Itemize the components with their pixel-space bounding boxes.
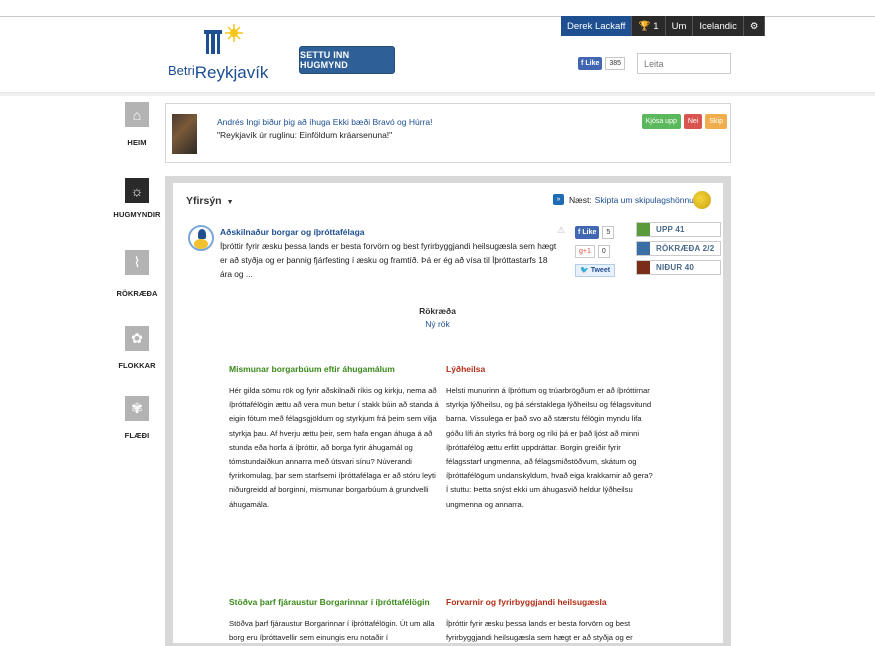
nav-item-discussion[interactable]: ⌇ RÖKRÆÐA [113, 250, 161, 298]
header-divider [0, 92, 875, 96]
facebook-like-count: 385 [605, 56, 626, 70]
idea-facebook-like-label: Like [582, 228, 597, 236]
lightbulb-icon: ☼ [125, 178, 149, 203]
idea-stats: UPP 41 RÖKRÆÐA 2/2 NIÐUR 40 [636, 222, 721, 279]
discussion-icon: ⌇ [125, 250, 149, 275]
idea-description: Íþróttir fyrir æsku þessa lands er besta… [220, 241, 557, 279]
user-topbar: Derek Lackaff 🏆 1 Um Icelandic ⚙ [561, 16, 766, 36]
facebook-like-button[interactable]: f Like [578, 56, 603, 70]
discussion-heading: Rökræða [419, 306, 456, 316]
google-plus-count: 0 [597, 244, 610, 258]
argument-con-2: Forvarnir og fyrirbyggjandi heilsugæsla … [446, 597, 656, 645]
next-label: Næst: [569, 194, 592, 205]
next-idea-link[interactable]: » Næst: Skipta um skipulagshönnuði [553, 194, 701, 205]
user-name-link[interactable]: Derek Lackaff [561, 16, 633, 36]
vote-skip-button[interactable]: Skip [705, 114, 727, 129]
caret-down-icon: ▼ [226, 199, 234, 206]
trophy-icon: 🏆 [638, 20, 651, 32]
betri-reykjavik-logo[interactable]: BetriReykjavík [168, 22, 278, 84]
logo-word-reykjavik: Reykjavík [194, 63, 269, 82]
vote-prompt-panel: Andrés Ingi biður þig að íhuga Ekki bæði… [165, 103, 731, 163]
wrench-icon: ⚙ [749, 20, 759, 32]
argument-con-1-text: Helsti munurinn á íþróttum og trúarbrögð… [446, 386, 653, 509]
language-selector[interactable]: Icelandic [693, 16, 744, 36]
google-plus-label: +1 [582, 247, 591, 255]
nav-label-categories: FLOKKAR [118, 361, 156, 370]
argument-con-2-text: Íþróttir fyrir æsku þessa lands er besta… [446, 619, 633, 643]
flag-warning-icon[interactable]: ⚠ [557, 225, 565, 236]
nav-label-home: HEIM [127, 138, 147, 147]
share-buttons: f Like 5 g +1 0 🐦 Tweet [575, 225, 616, 282]
vote-buttons: Kjósa upp Nei Skip [641, 114, 727, 129]
discussion-label: RÖKRÆÐA 2/2 [656, 244, 715, 253]
notifications-badge[interactable]: 🏆 1 [632, 16, 666, 36]
nav-item-ideas[interactable]: ☼ HUGMYNDIR [113, 178, 161, 219]
vote-prompt-text: Andrés Ingi biður þig að íhuga Ekki bæði… [217, 117, 432, 127]
overview-label: Yfirsýn [186, 195, 222, 207]
idea-facebook-count: 5 [602, 225, 615, 239]
votes-down-swatch [637, 261, 650, 274]
discussion-swatch [637, 242, 650, 255]
next-arrow-icon: » [553, 194, 564, 205]
badge-count: 1 [653, 20, 659, 32]
facebook-icon: f [578, 228, 581, 236]
submit-idea-button[interactable]: SETTU INN HUGMYND [299, 46, 395, 74]
nav-label-ideas: HUGMYNDIR [113, 210, 161, 219]
nav-label-flow: FLÆÐI [124, 431, 150, 440]
google-plus-button[interactable]: g +1 [575, 244, 595, 258]
votes-up-stat[interactable]: UPP 41 [636, 222, 721, 237]
argument-pro-2: Stöðva þarf fjáraustur Borgarinnar í íþr… [229, 597, 439, 645]
overview-dropdown[interactable]: Yfirsýn ▼ [186, 195, 234, 207]
vote-up-button[interactable]: Kjósa upp [641, 114, 681, 129]
nav-label-discussion: RÖKRÆÐA [116, 289, 158, 298]
tweet-label: Tweet [590, 266, 611, 274]
argument-con-1: Lýðheilsa Helsti munurinn á íþróttum og … [446, 364, 656, 512]
argument-pro-2-title[interactable]: Stöðva þarf fjáraustur Borgarinnar í íþr… [229, 597, 439, 607]
argument-pro-1-title[interactable]: Mismunar borgarbúum eftir áhugamálum [229, 364, 439, 374]
category-badge-icon [693, 191, 711, 209]
flower-icon: ✿ [125, 326, 149, 351]
votes-down-stat[interactable]: NIÐUR 40 [636, 260, 721, 275]
facebook-like-widget: f Like 385 [578, 56, 626, 70]
logo-word-betri: Betri [168, 63, 195, 78]
search-input[interactable] [637, 53, 731, 74]
vote-prompt-options-link[interactable]: Ekki bæði Bravó og Húrra! [333, 117, 433, 127]
flow-icon: ✾ [125, 396, 149, 421]
argument-pro-1: Mismunar borgarbúum eftir áhugamálum Hér… [229, 364, 439, 512]
idea-title[interactable]: Aðskilnaður borgar og íþróttafélaga [220, 227, 365, 237]
tweet-button[interactable]: 🐦 Tweet [575, 263, 616, 277]
home-icon: ⌂ [125, 102, 149, 127]
user-avatar [172, 114, 197, 154]
facebook-icon: f [581, 59, 584, 67]
vote-prompt-prefix: Andrés Ingi biður þig að íhuga [217, 117, 333, 127]
argument-pro-1-text: Hér gilda sömu rök og fyrir aðskilnaði r… [229, 386, 439, 509]
idea-facebook-like-button[interactable]: f Like [575, 225, 600, 239]
twitter-icon: 🐦 [580, 267, 589, 274]
logo-text: BetriReykjavík [168, 60, 269, 82]
nav-item-home[interactable]: ⌂ HEIM [113, 102, 161, 147]
discussion-stat[interactable]: RÖKRÆÐA 2/2 [636, 241, 721, 256]
new-argument-link[interactable]: Ný rök [0, 319, 875, 329]
argument-con-2-title[interactable]: Forvarnir og fyrirbyggjandi heilsugæsla [446, 597, 656, 607]
nav-item-categories[interactable]: ✿ FLOKKAR [113, 326, 161, 370]
about-link[interactable]: Um [666, 16, 694, 36]
site-header [0, 0, 875, 95]
nav-item-flow[interactable]: ✾ FLÆÐI [113, 396, 161, 440]
logo-emblem-icon [204, 24, 243, 54]
sports-category-icon [188, 225, 214, 251]
votes-up-swatch [637, 223, 650, 236]
votes-down-label: NIÐUR 40 [656, 263, 695, 272]
vote-no-button[interactable]: Nei [683, 114, 703, 129]
settings-toggle[interactable]: ⚙ [744, 16, 766, 36]
argument-pro-2-text: Stöðva þarf fjáraustur Borgarinnar í íþr… [229, 619, 435, 643]
next-idea-title: Skipta um skipulagshönnuði [594, 194, 701, 205]
argument-con-1-title[interactable]: Lýðheilsa [446, 364, 656, 374]
votes-up-label: UPP 41 [656, 225, 685, 234]
vote-prompt-quote: "Reykjavík úr ruglinu: Einföldum kráarse… [217, 130, 393, 140]
facebook-like-label: Like [585, 59, 600, 67]
